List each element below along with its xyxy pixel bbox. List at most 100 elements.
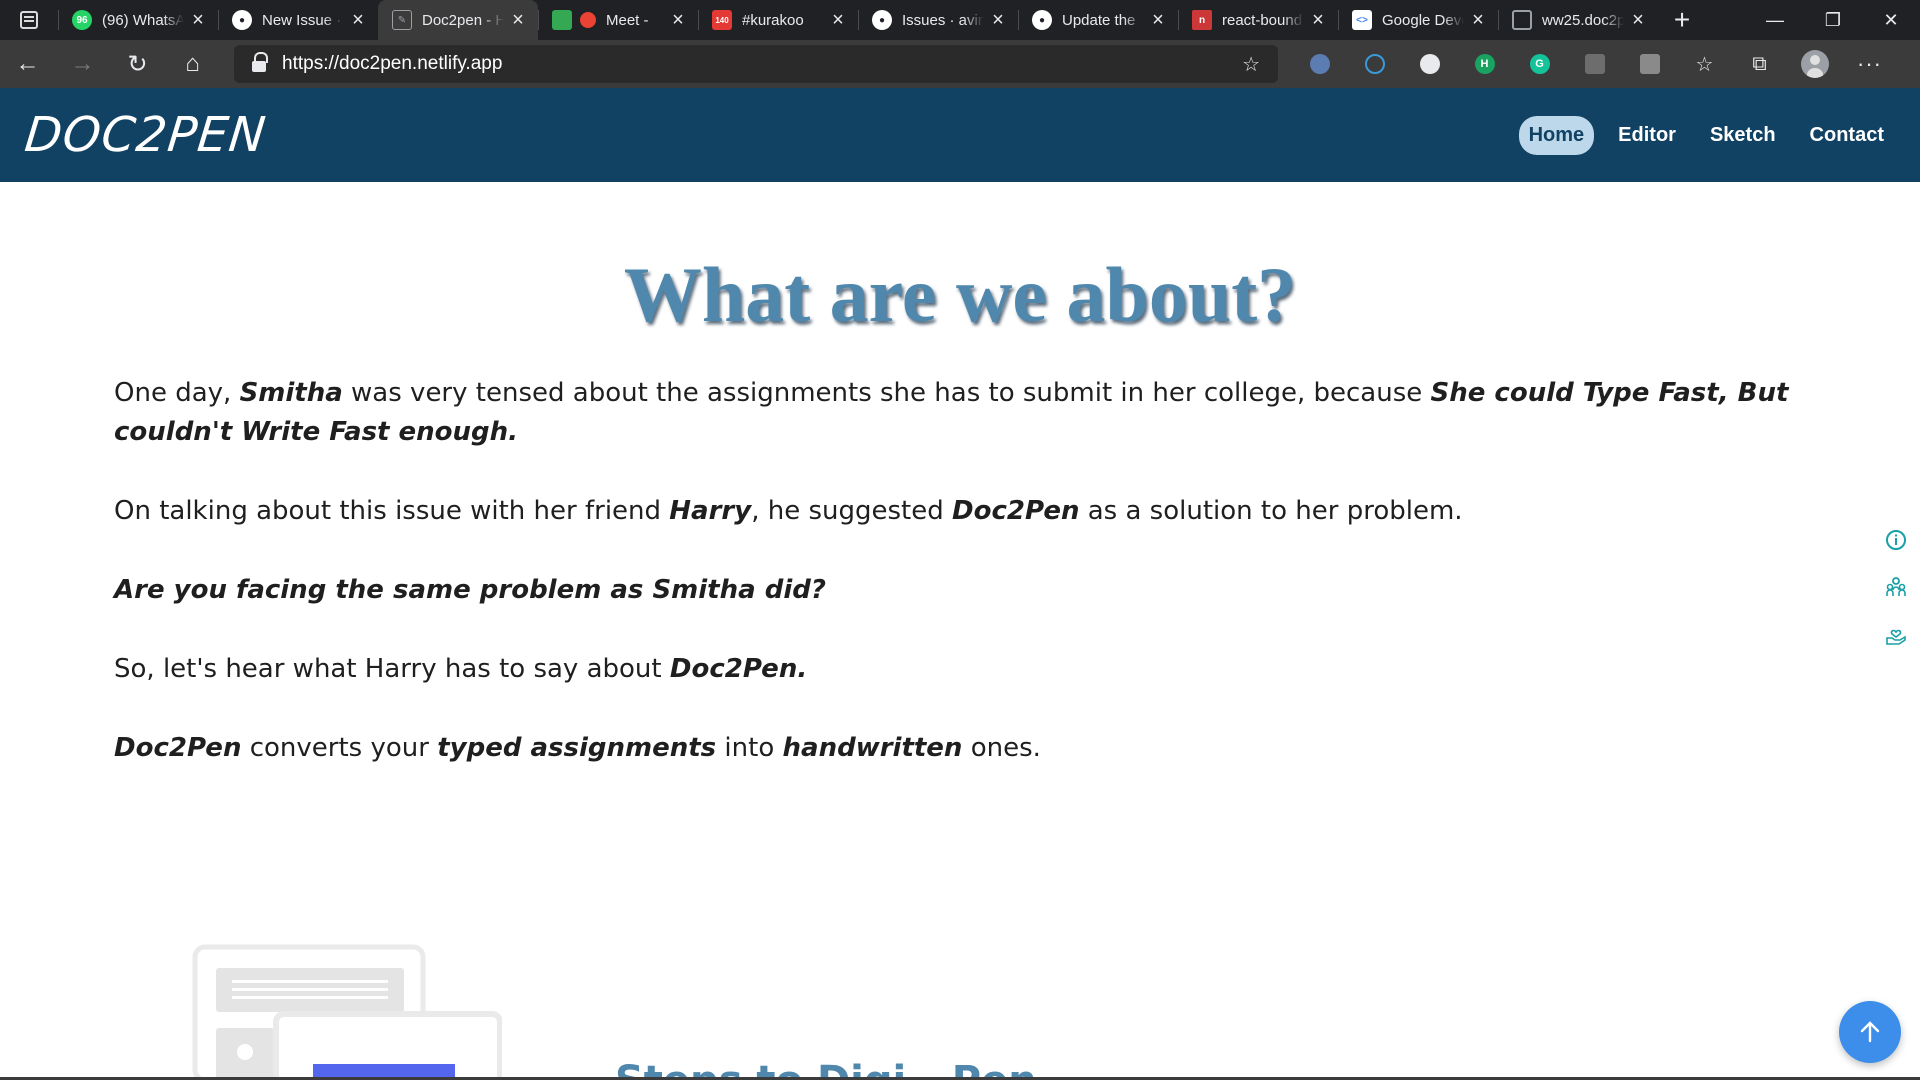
text: So, let's hear what Harry has to say abo… xyxy=(114,654,670,684)
emphasis-text: Smitha xyxy=(239,378,343,408)
address-bar[interactable]: https://doc2pen.netlify.app ☆ xyxy=(234,45,1278,83)
github-icon: ● xyxy=(1032,10,1052,30)
close-tab-icon[interactable]: × xyxy=(990,10,1006,30)
close-tab-icon[interactable]: × xyxy=(1310,10,1326,30)
tab-label: Google Developers xyxy=(1382,11,1464,29)
tab-label: Update the xyxy=(1062,11,1136,29)
google-dev-icon: <> xyxy=(1352,10,1372,30)
close-window-icon[interactable]: ✕ xyxy=(1862,0,1920,40)
refresh-icon[interactable]: ↻ xyxy=(110,40,165,88)
new-tab-button[interactable]: + xyxy=(1658,0,1706,40)
extension-button[interactable] xyxy=(1292,40,1347,88)
add-favorite-icon[interactable]: ☆ xyxy=(1242,52,1260,77)
tab-label: ww25.doc2pen xyxy=(1542,11,1624,29)
paragraph-story: One day, Smitha was very tensed about th… xyxy=(114,374,1794,452)
tab-label: (96) WhatsApp xyxy=(102,11,184,29)
collections-button[interactable]: ⧉ xyxy=(1732,40,1787,88)
close-tab-icon[interactable]: × xyxy=(670,10,686,30)
back-icon[interactable]: ← xyxy=(0,40,55,88)
minimize-icon[interactable]: — xyxy=(1746,0,1804,40)
tab-label: Meet - xyxy=(606,11,649,29)
npm-icon: n xyxy=(1192,10,1212,30)
github-icon: ● xyxy=(232,10,252,30)
whatsapp-icon: 96 xyxy=(72,10,92,30)
nav-sketch[interactable]: Sketch xyxy=(1700,116,1786,155)
site-logo[interactable]: DOC2PEN xyxy=(22,107,269,163)
close-tab-icon[interactable]: × xyxy=(190,10,206,30)
close-tab-icon[interactable]: × xyxy=(510,10,526,30)
site-nav: Home Editor Sketch Contact xyxy=(1518,115,1894,155)
recording-icon xyxy=(580,12,596,28)
tab-label: New Issue · GitHub xyxy=(262,11,344,29)
extension-button[interactable] xyxy=(1402,40,1457,88)
browser-tab[interactable]: ● Issues · avinash × xyxy=(858,0,1018,40)
extension-button[interactable]: H xyxy=(1457,40,1512,88)
tab-actions-button[interactable] xyxy=(0,0,58,40)
restore-icon[interactable]: ❐ xyxy=(1804,0,1862,40)
extension-button[interactable] xyxy=(1567,40,1622,88)
text: as a solution to her problem. xyxy=(1079,496,1463,526)
close-tab-icon[interactable]: × xyxy=(1150,10,1166,30)
extension-icon xyxy=(1309,54,1330,74)
site-header: DOC2PEN Home Editor Sketch Contact xyxy=(0,88,1920,182)
tab-actions-icon xyxy=(20,11,38,29)
grammarly-icon: G xyxy=(1529,54,1550,74)
emphasis-text: Are you facing the same problem as Smith… xyxy=(114,575,826,605)
extension-button[interactable] xyxy=(1347,40,1402,88)
extension-button[interactable] xyxy=(1622,40,1677,88)
emphasis-text: Doc2Pen xyxy=(952,496,1080,526)
close-tab-icon[interactable]: × xyxy=(350,10,366,30)
browser-tab[interactable]: ● Update the × xyxy=(1018,0,1178,40)
favorites-icon: ☆ xyxy=(1695,53,1714,76)
calendar-icon: 140 xyxy=(712,10,732,30)
info-icon[interactable] xyxy=(1884,528,1908,552)
tab-label: Issues · avinash xyxy=(902,11,984,29)
menu-button[interactable]: ··· xyxy=(1842,40,1897,88)
github-icon: ● xyxy=(872,10,892,30)
extensions-puzzle-icon xyxy=(1639,54,1660,74)
paragraph-harry: On talking about this issue with her fri… xyxy=(114,492,1794,531)
scroll-to-top-button[interactable] xyxy=(1839,1001,1901,1063)
collections-icon: ⧉ xyxy=(1752,52,1767,75)
people-icon[interactable] xyxy=(1884,575,1908,599)
browser-tab-strip: 96 (96) WhatsApp × ● New Issue · GitHub … xyxy=(0,0,1920,40)
nav-editor[interactable]: Editor xyxy=(1608,116,1686,155)
tab-label: react-bound xyxy=(1222,11,1303,29)
text: On talking about this issue with her fri… xyxy=(114,496,670,526)
more-icon: ··· xyxy=(1857,51,1882,76)
text: converts your xyxy=(241,733,438,763)
react-devtools-icon xyxy=(1364,54,1385,74)
avatar xyxy=(1800,50,1829,78)
page-title: What are we about? xyxy=(623,251,1297,338)
extension-button[interactable]: G xyxy=(1512,40,1567,88)
meet-icon xyxy=(552,10,572,30)
tab-label: Doc2pen - Home xyxy=(422,11,504,29)
hand-heart-icon[interactable] xyxy=(1884,622,1908,646)
browser-tab[interactable]: ww25.doc2pen × xyxy=(1498,0,1658,40)
paragraph-question: Are you facing the same problem as Smith… xyxy=(114,571,1794,610)
close-tab-icon[interactable]: × xyxy=(830,10,846,30)
emphasis-text: Doc2Pen xyxy=(114,733,242,763)
forward-icon[interactable]: → xyxy=(55,40,110,88)
text: was very tensed about the assignments sh… xyxy=(342,378,1431,408)
arrow-up-icon xyxy=(1860,1021,1880,1043)
browser-tab-active[interactable]: ✎ Doc2pen - Home × xyxy=(378,0,538,40)
browser-tab[interactable]: <> Google Developers × xyxy=(1338,0,1498,40)
editor-illustration xyxy=(192,944,502,1080)
browser-tab[interactable]: 96 (96) WhatsApp × xyxy=(58,0,218,40)
nav-home[interactable]: Home xyxy=(1518,115,1595,155)
nav-contact[interactable]: Contact xyxy=(1800,116,1894,155)
browser-tab[interactable]: n react-bound × xyxy=(1178,0,1338,40)
favorites-button[interactable]: ☆ xyxy=(1677,40,1732,88)
close-tab-icon[interactable]: × xyxy=(1630,10,1646,30)
browser-tab[interactable]: ● New Issue · GitHub × xyxy=(218,0,378,40)
text: One day, xyxy=(114,378,240,408)
lock-icon xyxy=(252,52,268,72)
tab-label: #kurakoo xyxy=(742,11,804,29)
browser-tab[interactable]: Meet - × xyxy=(538,0,698,40)
browser-tab[interactable]: 140 #kurakoo × xyxy=(698,0,858,40)
profile-button[interactable] xyxy=(1787,40,1842,88)
emphasis-text: Harry xyxy=(669,496,752,526)
home-icon[interactable]: ⌂ xyxy=(165,40,220,88)
close-tab-icon[interactable]: × xyxy=(1470,10,1486,30)
